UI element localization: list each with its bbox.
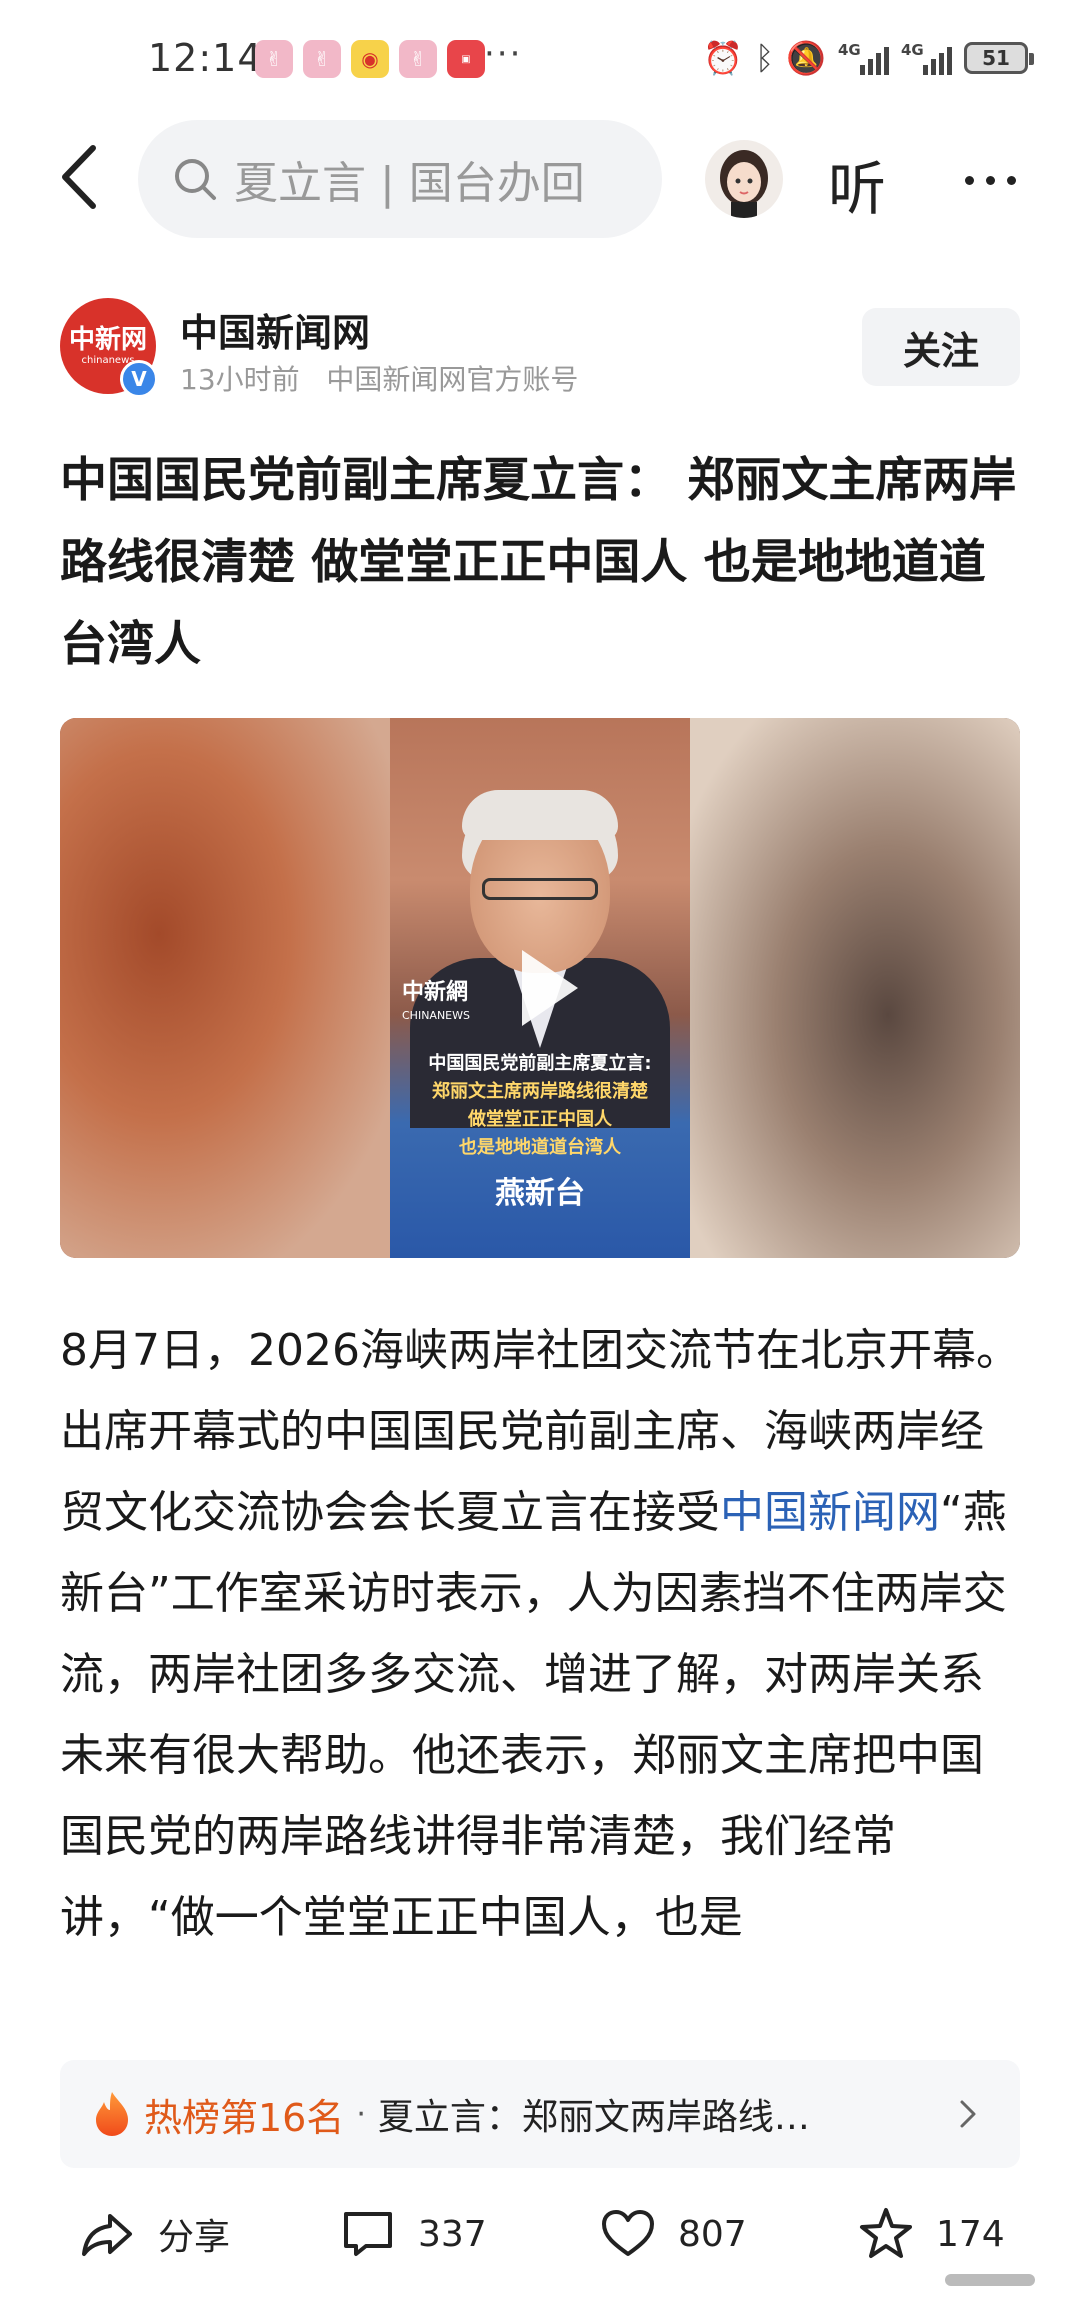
hot-title: 夏立言：郑丽文两岸路线… [377, 2097, 810, 2138]
mute-icon: 🔕 [786, 39, 826, 77]
system-status: ⏰ ᛒ 🔕 4G 4G 51 [703, 38, 1034, 78]
comment-count: 337 [418, 2213, 487, 2255]
search-icon [175, 159, 216, 200]
verified-badge: V [120, 360, 158, 398]
dot-icon [1006, 175, 1016, 185]
post-time: 13小时前 [180, 363, 300, 396]
signal-icon: 4G [901, 41, 952, 75]
favorite-button[interactable]: 174 [858, 2206, 1005, 2262]
comment-button[interactable]: 337 [340, 2206, 487, 2262]
alarm-icon: ⏰ [703, 39, 743, 77]
back-button[interactable] [44, 142, 114, 212]
search-placeholder: 夏立言 | 国台办回 [234, 158, 585, 209]
brand-cn: 中新網 [402, 979, 469, 1005]
caption-line: 中国国民党前副主席夏立言: [428, 1053, 652, 1074]
dot-icon [964, 175, 974, 185]
fire-icon [96, 2092, 128, 2136]
author-name[interactable]: 中国新闻网 [180, 302, 370, 357]
avatar-illustration [720, 150, 768, 218]
caption-line: 做堂堂正正中国人 [468, 1109, 612, 1130]
video-blur-background [690, 718, 1020, 1258]
brand-en: CHINANEWS [402, 1009, 470, 1022]
body-link[interactable]: 中国新闻网 [720, 1487, 940, 1538]
person-figure [462, 790, 618, 840]
video-caption: 中国国民党前副主席夏立言: 郑丽文主席两岸路线很清楚 做堂堂正正中国人 也是地地… [390, 1050, 690, 1162]
heart-icon [602, 2210, 654, 2256]
account-description: 中国新闻网官方账号 [326, 363, 579, 396]
network-label: 4G [838, 41, 861, 59]
like-button[interactable]: 807 [600, 2206, 747, 2262]
hot-rank: 热榜第16名 [144, 2095, 345, 2140]
hot-list-banner[interactable]: 热榜第16名 · 夏立言：郑丽文两岸路线… [60, 2060, 1020, 2168]
caption-line: 也是地地道道台湾人 [459, 1137, 621, 1158]
video-player[interactable]: 中新網 CHINANEWS 中国国民党前副主席夏立言: 郑丽文主席两岸路线很清楚… [60, 718, 1020, 1258]
network-label: 4G [901, 41, 924, 59]
video-brand-logo: 中新網 CHINANEWS [402, 980, 470, 1028]
app-notification-icon: ✌ [303, 40, 341, 78]
battery-icon: 51 [964, 42, 1034, 74]
bottom-action-bar: 分享 337 807 174 [0, 2180, 1080, 2310]
notification-icons: ✌ ✌ ◉ ✌ ▣ [255, 40, 485, 78]
logo-text: 中新网 [68, 325, 147, 355]
huawei-icon: ▣ [447, 40, 485, 78]
status-time: 12:14 [148, 36, 263, 80]
article-body: 8月7日，2026海峡两岸社团交流节在北京开幕。出席开幕式的中国国民党前副主席、… [60, 1310, 1020, 2035]
listen-button[interactable]: 听 [828, 142, 886, 226]
like-count: 807 [678, 2213, 747, 2255]
chevron-left-icon [62, 145, 96, 209]
top-nav: 夏立言 | 国台办回 听 [0, 120, 1080, 240]
dot-icon [985, 175, 995, 185]
share-label: 分享 [158, 2217, 231, 2258]
share-button[interactable]: 分享 [80, 2206, 230, 2262]
status-bar: 12:14 ✌ ✌ ◉ ✌ ▣ ··· ⏰ ᛒ 🔕 4G 4G 51 [0, 0, 1080, 120]
article-title: 中国国民党前副主席夏立言： 郑丽文主席两岸路线很清楚 做堂堂正正中国人 也是地地… [60, 453, 1017, 672]
more-options-button[interactable] [950, 150, 1030, 210]
video-blur-background [60, 718, 390, 1258]
star-icon [860, 2208, 912, 2258]
person-figure [482, 878, 598, 900]
body-text: “燕新台”工作室采访时表示，人为因素挡不住两岸交流，两岸社团多多交流、增进了解，… [60, 1487, 1007, 1943]
bluetooth-icon: ᛒ [754, 39, 775, 77]
search-input[interactable]: 夏立言 | 国台办回 [138, 120, 662, 238]
signal-icon: 4G [838, 41, 889, 75]
more-notifications-icon: ··· [484, 34, 523, 74]
avatar[interactable] [705, 140, 783, 218]
author-row: 中新网 chinanews V 中国新闻网 13小时前 中国新闻网官方账号 关注 [60, 298, 1020, 404]
chevron-right-icon [960, 2100, 976, 2128]
author-meta: 13小时前 中国新闻网官方账号 [180, 358, 578, 398]
weibo-icon: ◉ [351, 40, 389, 78]
separator: · [356, 2096, 366, 2132]
play-icon[interactable] [522, 950, 578, 1026]
comment-icon [344, 2212, 392, 2256]
app-notification-icon: ✌ [255, 40, 293, 78]
share-icon [82, 2214, 132, 2256]
studio-logo: 燕新台 [495, 1176, 585, 1211]
follow-button[interactable]: 关注 [862, 308, 1020, 386]
favorite-count: 174 [936, 2213, 1005, 2255]
home-indicator[interactable] [945, 2274, 1035, 2286]
app-notification-icon: ✌ [399, 40, 437, 78]
caption-line: 郑丽文主席两岸路线很清楚 [432, 1081, 648, 1102]
